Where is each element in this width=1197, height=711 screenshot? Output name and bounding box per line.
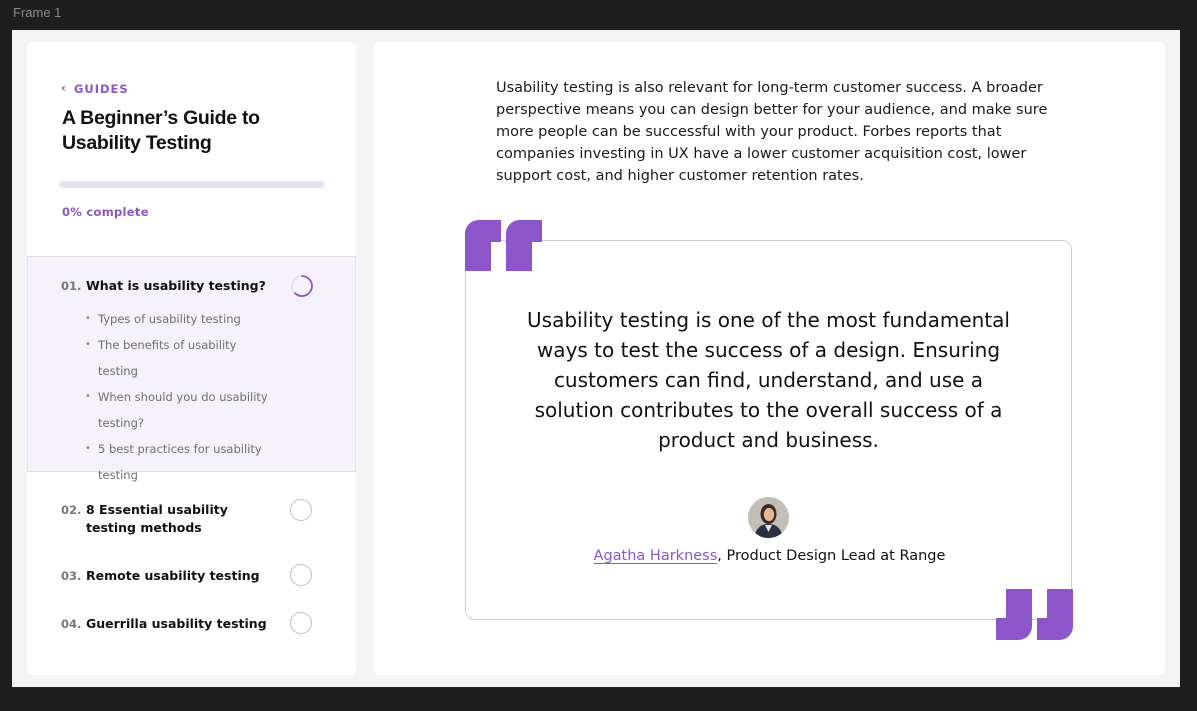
section-title: What is usability testing? (86, 278, 266, 293)
subsection-item[interactable]: When should you do usability testing? (85, 384, 275, 436)
section-number: 03. (61, 569, 82, 583)
guide-content: Usability testing is also relevant for l… (374, 42, 1165, 675)
back-link-label: GUIDES (73, 82, 129, 96)
subsection-item[interactable]: The benefits of usability testing (85, 332, 275, 384)
section-title: 8 Essential usability testing methods (86, 502, 228, 535)
avatar (748, 497, 789, 538)
back-to-guides-link[interactable]: ‹ GUIDES (61, 82, 129, 96)
section-title: Remote usability testing (86, 568, 260, 583)
section-item-04[interactable]: 04. Guerrilla usability testing (61, 615, 267, 633)
section-number: 01. (61, 279, 82, 293)
progress-label: 0% complete (62, 205, 149, 219)
chevron-left-icon: ‹ (61, 81, 67, 95)
section-number: 04. (61, 617, 82, 631)
intro-paragraph: Usability testing is also relevant for l… (496, 80, 1048, 184)
section-item-02[interactable]: 02. 8 Essential usability testing method… (61, 501, 266, 537)
author-link[interactable]: Agatha Harkness (594, 548, 718, 564)
subsection-item[interactable]: Types of usability testing (85, 306, 275, 332)
frame-label: Frame 1 (13, 5, 62, 20)
close-quote-icon (996, 589, 1073, 640)
author-role: , Product Design Lead at Range (717, 548, 946, 564)
empty-circle-icon (290, 564, 312, 586)
empty-circle-icon (290, 612, 312, 634)
guide-sidebar: ‹ GUIDES A Beginner’s Guide to Usability… (27, 42, 356, 675)
quote-card: Usability testing is one of the most fun… (465, 240, 1072, 620)
section-item-01[interactable]: 01. What is usability testing? (61, 277, 266, 295)
section-title: Guerrilla usability testing (86, 616, 267, 631)
subsection-list: Types of usability testing The benefits … (85, 306, 275, 488)
empty-circle-icon (290, 499, 312, 521)
progress-bar (59, 181, 325, 188)
open-quote-icon (465, 220, 542, 271)
section-item-03[interactable]: 03. Remote usability testing (61, 567, 260, 585)
section-number: 02. (61, 503, 82, 517)
subsection-item[interactable]: 5 best practices for usability testing (85, 436, 275, 488)
guide-title: A Beginner’s Guide to Usability Testing (62, 107, 260, 154)
progress-ring-icon (291, 275, 313, 297)
quote-text: Usability testing is one of the most fun… (527, 308, 1010, 452)
quote-attribution: Agatha Harkness, Product Design Lead at … (466, 548, 1073, 564)
frame: ‹ GUIDES A Beginner’s Guide to Usability… (12, 30, 1180, 687)
